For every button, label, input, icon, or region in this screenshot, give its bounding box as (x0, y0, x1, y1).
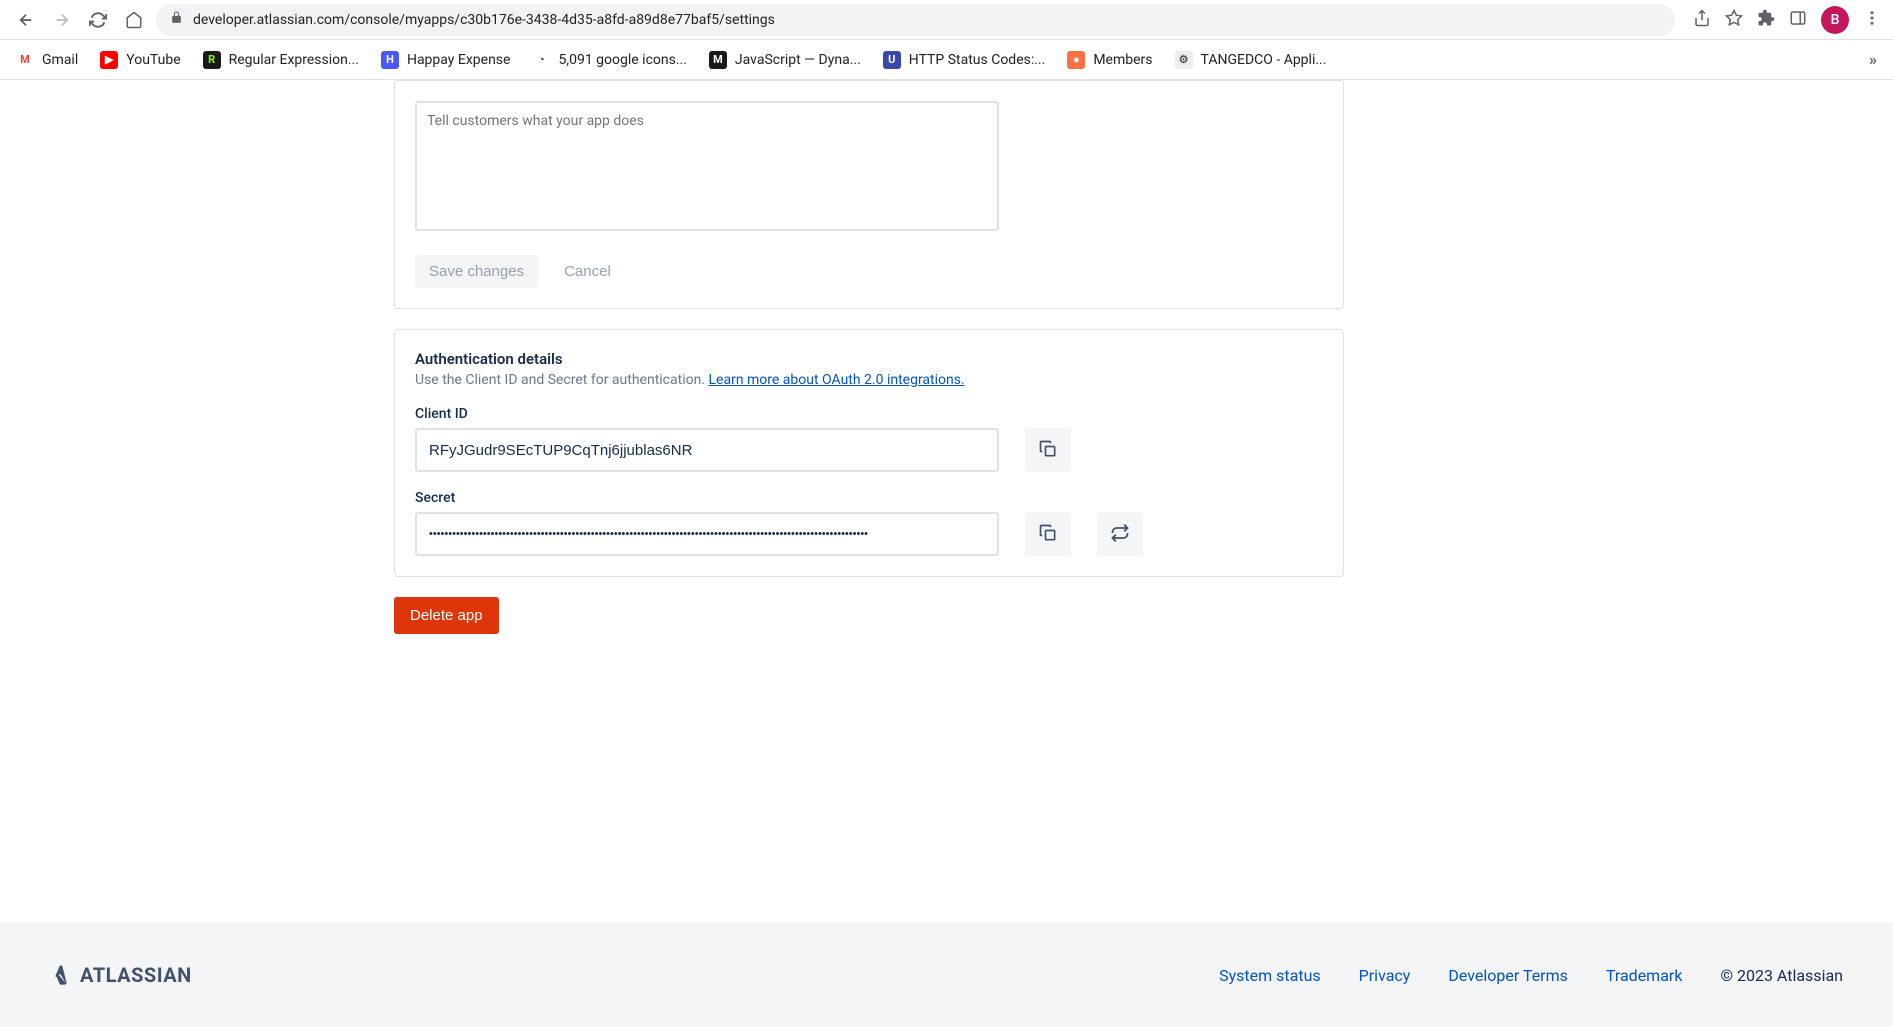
bookmarks-bar: M Gmail ▶ YouTube R Regular Expression... H Hap… (0, 40, 1893, 80)
bookmark-favicon: ▶ (100, 51, 118, 69)
bookmark-item[interactable]: M Gmail (16, 51, 78, 69)
client-id-input[interactable] (415, 428, 999, 472)
bookmark-label: Members (1093, 52, 1152, 68)
bookmark-label: JavaScript — Dyna... (735, 52, 861, 68)
bookmark-item[interactable]: U HTTP Status Codes:... (883, 51, 1046, 69)
bookmark-favicon: M (709, 51, 727, 69)
home-button[interactable] (120, 6, 148, 34)
secret-label: Secret (415, 490, 1323, 506)
client-id-label: Client ID (415, 406, 1323, 422)
atlassian-logo: ATLASSIAN (50, 963, 192, 987)
auth-section-subtitle: Use the Client ID and Secret for authent… (415, 372, 1323, 388)
forward-button[interactable] (48, 6, 76, 34)
bookmark-favicon: H (381, 51, 399, 69)
star-icon[interactable] (1725, 9, 1743, 31)
footer: ATLASSIAN System status Privacy Develope… (0, 923, 1893, 1027)
bookmark-label: YouTube (126, 52, 180, 68)
address-bar[interactable]: developer.atlassian.com/console/myapps/c… (156, 4, 1675, 36)
bookmarks-overflow[interactable]: » (1869, 50, 1877, 69)
copy-icon (1038, 523, 1058, 546)
auth-section-title: Authentication details (415, 350, 1323, 368)
secret-input[interactable] (415, 512, 999, 556)
bookmark-label: Regular Expression... (229, 52, 359, 68)
bookmark-favicon: M (16, 51, 34, 69)
oauth-learn-more-link[interactable]: Learn more about OAuth 2.0 integrations. (709, 372, 965, 388)
bookmark-favicon: R (203, 51, 221, 69)
bookmark-item[interactable]: H Happay Expense (381, 51, 511, 69)
profile-avatar[interactable]: B (1821, 6, 1849, 34)
browser-toolbar: developer.atlassian.com/console/myapps/c… (0, 0, 1893, 40)
menu-icon[interactable] (1863, 9, 1881, 31)
url-text: developer.atlassian.com/console/myapps/c… (193, 12, 775, 28)
description-textarea[interactable] (415, 101, 999, 231)
save-button[interactable]: Save changes (415, 255, 538, 288)
refresh-icon (1110, 523, 1130, 546)
bookmark-label: Happay Expense (407, 52, 511, 68)
bookmark-item[interactable]: M JavaScript — Dyna... (709, 51, 861, 69)
copy-icon (1038, 439, 1058, 462)
reload-button[interactable] (84, 6, 112, 34)
bookmark-item[interactable]: ⚙ TANGEDCO - Appli... (1175, 51, 1327, 69)
footer-link-privacy[interactable]: Privacy (1359, 966, 1411, 985)
bookmark-item[interactable]: ◔ 5,091 google icons... (532, 51, 686, 69)
sidebar-spacer (0, 80, 300, 923)
share-icon[interactable] (1693, 9, 1711, 31)
extensions-icon[interactable] (1757, 9, 1775, 31)
footer-copyright: © 2023 Atlassian (1720, 966, 1843, 985)
panel-icon[interactable] (1789, 9, 1807, 31)
bookmark-favicon: ⚙ (1175, 51, 1193, 69)
bookmark-favicon: ● (1067, 51, 1085, 69)
bookmark-label: Gmail (42, 52, 78, 68)
bookmark-label: HTTP Status Codes:... (909, 52, 1046, 68)
bookmark-item[interactable]: ▶ YouTube (100, 51, 180, 69)
regenerate-secret-button[interactable] (1097, 512, 1143, 556)
bookmark-item[interactable]: ● Members (1067, 51, 1152, 69)
delete-app-button[interactable]: Delete app (394, 597, 499, 634)
auth-subtitle-text: Use the Client ID and Secret for authent… (415, 372, 709, 388)
bookmark-item[interactable]: R Regular Expression... (203, 51, 359, 69)
back-button[interactable] (12, 6, 40, 34)
bookmark-label: 5,091 google icons... (558, 52, 686, 68)
bookmark-label: TANGEDCO - Appli... (1201, 52, 1327, 68)
bookmark-favicon: ◔ (532, 51, 550, 69)
footer-link-system-status[interactable]: System status (1219, 966, 1321, 985)
bookmark-favicon: U (883, 51, 901, 69)
copy-client-id-button[interactable] (1025, 428, 1071, 472)
footer-logo-text: ATLASSIAN (80, 963, 192, 987)
footer-link-trademark[interactable]: Trademark (1606, 966, 1683, 985)
footer-link-developer-terms[interactable]: Developer Terms (1448, 966, 1568, 985)
cancel-button[interactable]: Cancel (550, 255, 625, 288)
copy-secret-button[interactable] (1025, 512, 1071, 556)
lock-icon (170, 11, 183, 28)
